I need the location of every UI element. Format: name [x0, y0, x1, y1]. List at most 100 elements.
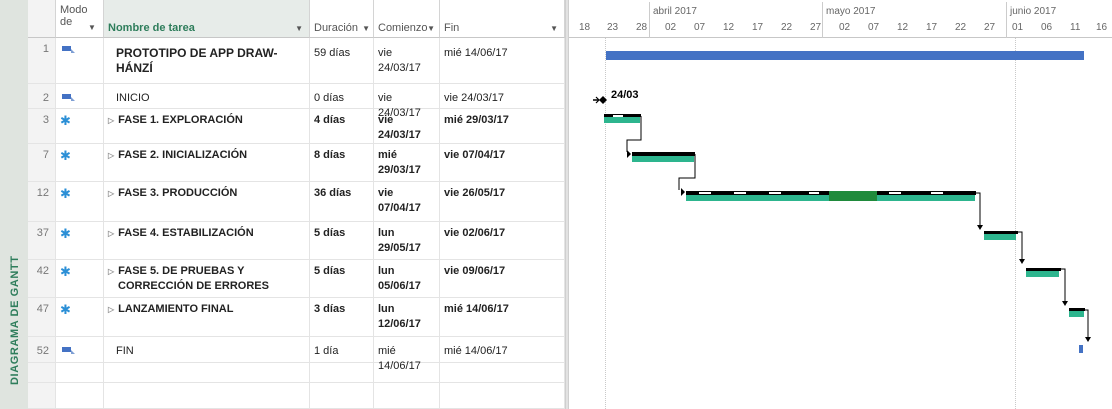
col-header-start[interactable]: Comienzo ▼ [374, 0, 440, 38]
table-row[interactable]: 7 ✱ ▷ FASE 2. INICIALIZACIÓN 8 días mié 2… [28, 144, 565, 182]
task-end[interactable]: mié 14/06/17 [440, 337, 565, 362]
col-header-name[interactable]: Nombre de tarea ▼ [104, 0, 310, 38]
task-end[interactable]: vie 09/06/17 [440, 260, 565, 297]
col-header-mode[interactable]: Modo de ▼ [56, 0, 104, 38]
auto-schedule-icon [56, 84, 104, 108]
view-sidebar[interactable]: DIAGRAMA DE GANTT [0, 0, 29, 409]
fin-task-bar[interactable] [1079, 345, 1083, 353]
empty-cell[interactable] [104, 363, 310, 382]
table-row[interactable]: 2 INICIO 0 días vie 24/03/17 vie 24/03/1… [28, 84, 565, 119]
row-id: 12 [28, 182, 56, 221]
table-row[interactable]: 52 FIN 1 día mié 14/06/17 mié 14/06/17 [28, 337, 565, 372]
task-start[interactable]: lun 12/06/17 [374, 298, 440, 336]
task-end[interactable]: vie 26/05/17 [440, 182, 565, 221]
empty-cell[interactable] [56, 383, 104, 408]
table-row[interactable]: 1 PROTOTIPO DE APP DRAW-HÁNZÍ 59 días vi… [28, 38, 565, 84]
row-id: 7 [28, 144, 56, 181]
task-start[interactable]: vie 24/03/17 [374, 109, 440, 143]
milestone-label: 24/03 [611, 89, 639, 101]
dropdown-icon[interactable]: ▼ [550, 24, 558, 33]
task-start[interactable]: vie 24/03/17 [374, 84, 440, 119]
dependency-arrow [1085, 309, 1089, 340]
manual-schedule-pin-icon: ✱ [56, 298, 104, 336]
empty-cell[interactable] [440, 383, 565, 408]
task-start[interactable]: mié 29/03/17 [374, 144, 440, 181]
empty-cell[interactable] [310, 383, 374, 408]
task-name[interactable]: INICIO [104, 84, 310, 108]
expand-icon[interactable]: ▷ [108, 229, 114, 238]
phase-bar[interactable] [627, 150, 695, 162]
dependency-arrow [976, 192, 981, 228]
empty-cell[interactable] [374, 383, 440, 408]
table-row[interactable]: 42 ✱ ▷ FASE 5. DE PRUEBAS Y CORRECCIÓN DE… [28, 260, 565, 298]
phase-bar[interactable] [681, 188, 976, 201]
task-name[interactable]: ▷ FASE 2. INICIALIZACIÓN [104, 144, 310, 181]
task-name[interactable]: ▷ FASE 5. DE PRUEBAS Y CORRECCIÓN DE ERRO… [104, 260, 310, 297]
table-row[interactable]: 37 ✱ ▷ FASE 4. ESTABILIZACIÓN 5 días lun … [28, 222, 565, 260]
milestone-marker[interactable] [593, 96, 607, 104]
task-name[interactable]: PROTOTIPO DE APP DRAW-HÁNZÍ [104, 38, 310, 83]
phase-bar[interactable] [1026, 268, 1061, 277]
dropdown-icon[interactable]: ▼ [427, 24, 435, 33]
task-start[interactable]: lun 29/05/17 [374, 222, 440, 259]
select-all-corner[interactable] [28, 0, 56, 38]
task-end[interactable]: vie 07/04/17 [440, 144, 565, 181]
task-duration[interactable]: 3 días [310, 298, 374, 336]
row-id: 3 [28, 109, 56, 143]
task-duration[interactable]: 1 día [310, 337, 374, 362]
expand-icon[interactable]: ▷ [108, 189, 114, 198]
task-name[interactable]: FIN [104, 337, 310, 362]
task-grid: Modo de ▼ Nombre de tarea ▼ Duración ▼ C… [28, 0, 565, 409]
empty-cell[interactable] [310, 363, 374, 382]
arrowhead-icon [1062, 301, 1068, 306]
expand-icon[interactable]: ▷ [108, 267, 114, 276]
task-end[interactable]: mié 14/06/17 [440, 298, 565, 336]
task-name[interactable]: ▷ FASE 1. EXPLORACIÓN [104, 109, 310, 143]
empty-row[interactable] [28, 363, 565, 383]
task-duration[interactable]: 36 días [310, 182, 374, 221]
col-header-start-label: Comienzo [378, 22, 428, 34]
col-header-mode-label: Modo de [60, 4, 88, 28]
col-header-duration[interactable]: Duración ▼ [310, 0, 374, 38]
empty-row[interactable] [28, 383, 565, 409]
dropdown-icon[interactable]: ▼ [295, 24, 303, 33]
task-duration[interactable]: 59 días [310, 38, 374, 83]
table-row[interactable]: 12 ✱ ▷ FASE 3. PRODUCCIÓN 36 días vie 07/… [28, 182, 565, 222]
expand-icon[interactable]: ▷ [108, 305, 114, 314]
col-header-end[interactable]: Fin ▼ [440, 0, 565, 38]
task-duration[interactable]: 5 días [310, 260, 374, 297]
task-duration[interactable]: 0 días [310, 84, 374, 108]
expand-icon[interactable]: ▷ [108, 151, 114, 160]
task-start[interactable]: mié 14/06/17 [374, 337, 440, 372]
empty-cell[interactable] [104, 383, 310, 408]
row-id: 1 [28, 38, 56, 83]
task-start[interactable]: vie 24/03/17 [374, 38, 440, 83]
task-end[interactable]: mié 29/03/17 [440, 109, 565, 143]
task-name[interactable]: ▷ FASE 3. PRODUCCIÓN [104, 182, 310, 221]
task-duration[interactable]: 8 días [310, 144, 374, 181]
dropdown-icon[interactable]: ▼ [362, 24, 370, 33]
task-name[interactable]: ▷ LANZAMIENTO FINAL [104, 298, 310, 336]
phase-bar[interactable] [1069, 308, 1085, 317]
dependency-arrow [1018, 231, 1023, 262]
table-row[interactable]: 3 ✱ ▷ FASE 1. EXPLORACIÓN 4 días vie 24/0… [28, 109, 565, 144]
task-name-label: FASE 3. PRODUCCIÓN [118, 187, 238, 199]
task-end[interactable]: mié 14/06/17 [440, 38, 565, 83]
arrowhead-icon [977, 225, 983, 230]
table-row[interactable]: 47 ✱ ▷ LANZAMIENTO FINAL 3 días lun 12/06… [28, 298, 565, 337]
empty-cell[interactable] [56, 363, 104, 382]
dropdown-icon[interactable]: ▼ [88, 23, 96, 32]
empty-cell[interactable] [440, 363, 565, 382]
phase-bar[interactable] [604, 114, 641, 123]
task-duration[interactable]: 5 días [310, 222, 374, 259]
task-start[interactable]: vie 07/04/17 [374, 182, 440, 221]
task-end[interactable]: vie 24/03/17 [440, 84, 565, 108]
task-name-label: FASE 5. DE PRUEBAS Y CORRECCIÓN DE ERROR… [118, 265, 269, 292]
task-end[interactable]: vie 02/06/17 [440, 222, 565, 259]
task-start[interactable]: lun 05/06/17 [374, 260, 440, 297]
empty-cell[interactable] [374, 363, 440, 382]
task-name[interactable]: ▷ FASE 4. ESTABILIZACIÓN [104, 222, 310, 259]
phase-bar[interactable] [984, 231, 1018, 240]
expand-icon[interactable]: ▷ [108, 116, 114, 125]
task-duration[interactable]: 4 días [310, 109, 374, 143]
